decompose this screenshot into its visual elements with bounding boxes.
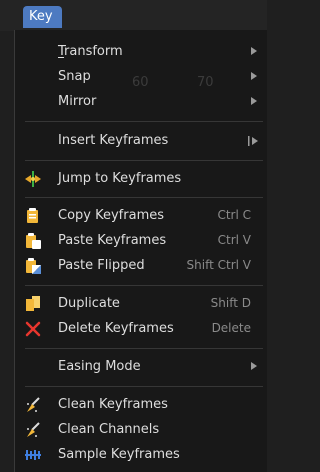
paste-icon xyxy=(26,233,41,249)
menu-item-label: Sample Keyframes xyxy=(58,447,180,462)
submenu-arrow-icon xyxy=(251,97,257,105)
copy-icon xyxy=(27,208,38,223)
menu-item-label: Transform xyxy=(58,44,123,59)
submenu-arrow-icon xyxy=(251,47,257,55)
menu-item-paste-keyframes[interactable]: Paste Keyframes Ctrl V xyxy=(15,229,267,253)
menu-item-label: Mirror xyxy=(58,94,97,109)
shortcut-text: Delete xyxy=(211,321,251,335)
menu-item-label: Clean Keyframes xyxy=(58,397,168,412)
menu-item-label: Copy Keyframes xyxy=(58,208,164,223)
menu-item-easing-mode[interactable]: Easing Mode xyxy=(15,355,267,379)
clean-brush-icon xyxy=(27,397,40,412)
delete-x-icon xyxy=(25,321,41,337)
shortcut-text: Ctrl C xyxy=(217,208,251,222)
menu-separator xyxy=(25,121,263,122)
menu-item-label: Delete Keyframes xyxy=(58,321,174,336)
menu-separator xyxy=(25,348,263,349)
paste-flipped-icon xyxy=(26,258,41,274)
insert-submenu-icon xyxy=(248,136,258,146)
menu-item-label: Clean Channels xyxy=(58,422,160,437)
shortcut-text: Ctrl V xyxy=(217,233,251,247)
menu-item-mirror[interactable]: Mirror xyxy=(15,90,267,114)
jump-keyframes-icon xyxy=(25,171,41,187)
menu-item-label: Easing Mode xyxy=(58,359,141,374)
menu-item-transform[interactable]: Transform xyxy=(15,40,267,64)
menu-separator xyxy=(25,197,263,198)
menu-item-label: Paste Flipped xyxy=(58,258,145,273)
sample-keyframes-icon xyxy=(25,450,41,460)
menu-item-copy-keyframes[interactable]: Copy Keyframes Ctrl C xyxy=(15,204,267,228)
menu-separator xyxy=(25,160,263,161)
menu-item-duplicate[interactable]: Duplicate Shift D xyxy=(15,292,267,316)
menu-item-jump-to-keyframes[interactable]: Jump to Keyframes xyxy=(15,167,267,191)
shortcut-text: Shift Ctrl V xyxy=(186,258,251,272)
menu-item-label: Duplicate xyxy=(58,296,120,311)
menu-item-label: Paste Keyframes xyxy=(58,233,167,248)
key-menu-tab[interactable]: Key xyxy=(23,6,62,28)
menu-item-paste-flipped[interactable]: Paste Flipped Shift Ctrl V xyxy=(15,254,267,278)
menu-item-snap[interactable]: Snap xyxy=(15,65,267,89)
menu-item-label-text: ransform xyxy=(64,44,123,59)
menu-item-insert-keyframes[interactable]: Insert Keyframes xyxy=(15,129,267,153)
submenu-arrow-icon xyxy=(251,362,257,370)
menu-item-sample-keyframes[interactable]: Sample Keyframes xyxy=(15,443,267,467)
menu-item-clean-channels[interactable]: Clean Channels xyxy=(15,418,267,442)
menu-item-clean-keyframes[interactable]: Clean Keyframes xyxy=(15,393,267,417)
menu-item-label: Snap xyxy=(58,69,91,84)
key-dropdown-menu: 60 70 Transform Snap Mirror Insert Keyfr… xyxy=(14,30,267,472)
menubar: Key xyxy=(0,0,267,31)
clean-brush-icon xyxy=(27,422,40,437)
shortcut-text: Shift D xyxy=(210,296,251,310)
menu-separator xyxy=(25,386,263,387)
menu-item-label: Jump to Keyframes xyxy=(58,171,182,186)
submenu-arrow-icon xyxy=(251,72,257,80)
menu-item-label: Insert Keyframes xyxy=(58,133,169,148)
menu-item-delete-keyframes[interactable]: Delete Keyframes Delete xyxy=(15,317,267,341)
menu-separator xyxy=(25,285,263,286)
duplicate-icon xyxy=(26,296,40,311)
